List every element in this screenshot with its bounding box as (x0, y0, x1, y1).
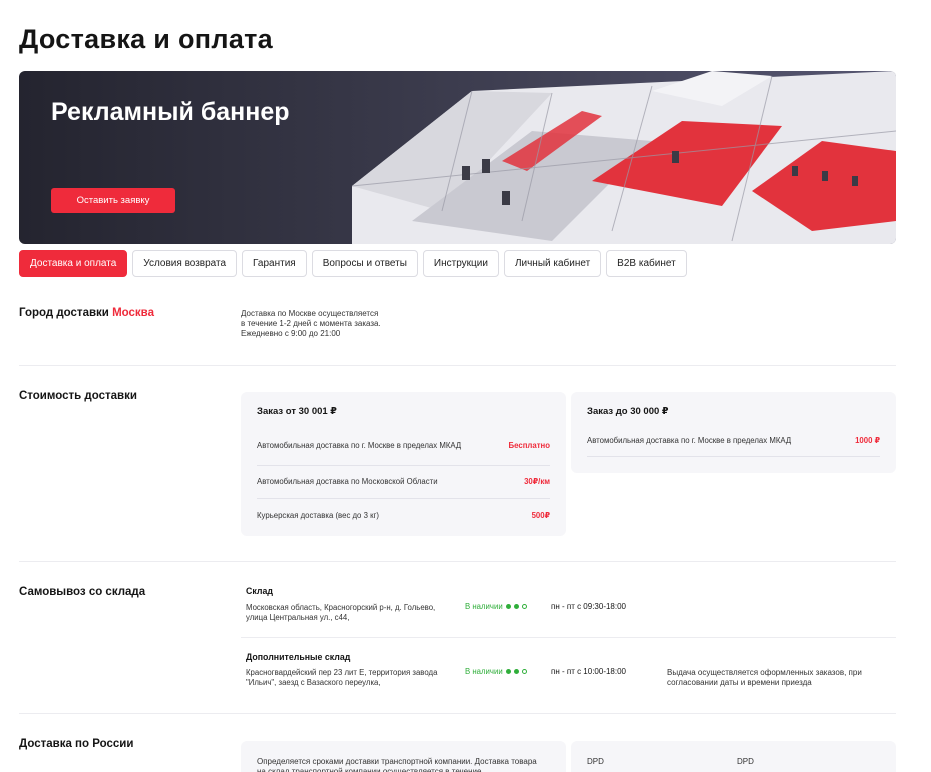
carrier-name: DPD (737, 757, 754, 766)
cost-row: Автомобильная доставка по г. Москве в пр… (587, 426, 880, 457)
warehouse-address: Красногвардейский пер 23 лит Е, территор… (246, 668, 438, 687)
russia-carriers-card: DPD DPD (571, 741, 896, 772)
info-tabs: Доставка и оплата Условия возврата Гаран… (19, 250, 687, 277)
carrier-name: DPD (587, 757, 604, 766)
tab-faq[interactable]: Вопросы и ответы (311, 250, 418, 277)
warehouse-name: Дополнительные склад (246, 652, 351, 662)
city-info-line: Доставка по Москве осуществляется (241, 309, 379, 318)
cost-row: Автомобильная доставка по Московской Обл… (257, 466, 550, 499)
section-divider (19, 713, 896, 714)
city-delivery-info: Доставка по Москве осуществляется в тече… (241, 309, 461, 339)
tab-account[interactable]: Личный кабинет (503, 250, 602, 277)
stock-label: В наличии (465, 667, 503, 676)
russia-heading: Доставка по России (19, 738, 134, 750)
leave-request-button[interactable]: Оставить заявку (51, 188, 175, 213)
tab-warranty[interactable]: Гарантия (242, 250, 307, 277)
tab-returns[interactable]: Условия возврата (132, 250, 238, 277)
russia-terms-card: Определяется сроками доставки транспортн… (241, 741, 566, 772)
warehouse-address: Московская область, Красногорский р-н, д… (246, 603, 436, 622)
stock-dot-icon (521, 604, 527, 609)
stock-dot-icon (505, 604, 511, 609)
cost-row-price: 30₽/км (524, 477, 550, 487)
cost-heading: Стоимость доставки (19, 390, 137, 402)
cost-row-price: 500₽ (531, 510, 550, 520)
banner-gym-illustration (352, 71, 896, 244)
stock-dot-icon (513, 604, 519, 609)
city-heading-label: Город доставки (19, 307, 109, 319)
pickup-heading: Самовывоз со склада (19, 586, 146, 598)
tab-delivery-payment[interactable]: Доставка и оплата (19, 250, 128, 277)
warehouse-name: Склад (246, 586, 273, 596)
tab-b2b[interactable]: B2B кабинет (606, 250, 687, 277)
cost-row: Курьерская доставка (вес до 3 кг) 500₽ (257, 499, 550, 532)
cost-card-under-30000: Заказ до 30 000 ₽ Автомобильная доставка… (571, 392, 896, 473)
tab-instructions[interactable]: Инструкции (422, 250, 499, 277)
cost-row-price: 1000 ₽ (855, 436, 880, 446)
city-info-line: Ежедневно с 9:00 до 21:00 (241, 329, 341, 338)
section-divider (19, 561, 896, 562)
card-title: Заказ до 30 000 ₽ (587, 406, 669, 417)
stock-dot-icon (521, 669, 527, 674)
stock-dot-icon (505, 669, 511, 674)
cost-row-label: Автомобильная доставка по г. Москве в пр… (587, 436, 792, 446)
warehouse-note: Выдача осуществляется оформленных заказо… (667, 668, 862, 687)
warehouse-hours: пн - пт с 09:30-18:00 (551, 602, 627, 611)
cost-row-label: Автомобильная доставка по г. Москве в пр… (257, 440, 462, 450)
city-heading: Город доставки Москва (19, 307, 154, 319)
cost-row-label: Курьерская доставка (вес до 3 кг) (257, 510, 379, 520)
section-divider (19, 365, 896, 366)
city-info-line: в течение 1-2 дней с момента заказа. (241, 319, 381, 328)
stock-dot-icon (513, 669, 519, 674)
cost-row: Автомобильная доставка по г. Москве в пр… (257, 426, 550, 466)
warehouse-hours: пн - пт с 10:00-18:00 (551, 667, 627, 676)
stock-label: В наличии (465, 602, 503, 611)
stock-indicator: В наличии (465, 602, 527, 611)
banner-title: Рекламный баннер (51, 98, 290, 126)
cost-row-price: Бесплатно (508, 440, 550, 450)
promo-banner[interactable]: Рекламный баннер Оставить заявку (19, 71, 896, 244)
page-title: Доставка и оплата (19, 24, 273, 54)
russia-terms-text: Определяется сроками доставки транспортн… (257, 757, 537, 772)
card-title: Заказ от 30 001 ₽ (257, 406, 337, 417)
stock-indicator: В наличии (465, 667, 527, 676)
cost-row-label: Автомобильная доставка по Московской Обл… (257, 477, 438, 487)
cost-card-over-30000: Заказ от 30 001 ₽ Автомобильная доставка… (241, 392, 566, 536)
warehouse-divider (241, 637, 896, 638)
city-name-link[interactable]: Москва (112, 307, 154, 319)
